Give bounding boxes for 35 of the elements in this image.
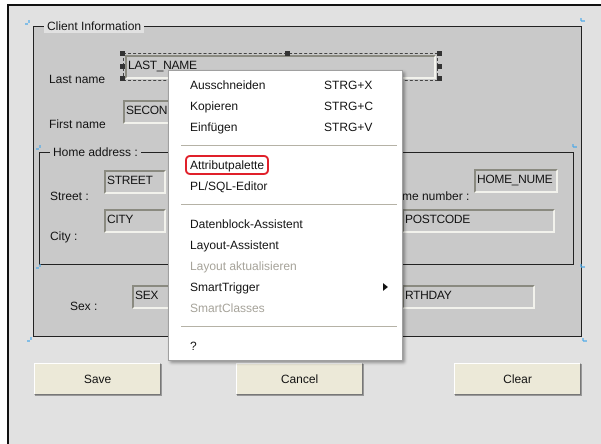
- menu-item[interactable]: Layout-Assistent: [185, 234, 284, 254]
- text-field[interactable]: STREET: [104, 170, 166, 194]
- selection-handle-icon[interactable]: [120, 64, 125, 69]
- menu-item[interactable]: Datenblock-Assistent: [185, 214, 308, 234]
- text-field[interactable]: RTHDAY: [402, 285, 535, 309]
- menu-shortcut: STRG+X: [324, 78, 372, 92]
- selection-handle-icon[interactable]: [437, 76, 442, 81]
- field-label: City :: [50, 229, 78, 243]
- menu-item[interactable]: Kopieren: [185, 96, 244, 116]
- frame-title: Home address :: [50, 145, 141, 159]
- field-label: Last name: [49, 72, 106, 86]
- field-label: Sex :: [70, 299, 98, 313]
- menu-item[interactable]: Einfügen: [185, 116, 242, 136]
- frame-title: Client Information: [44, 19, 144, 33]
- text-field[interactable]: CITY: [104, 209, 166, 233]
- form-button[interactable]: Clear: [454, 363, 581, 395]
- field-label: me number :: [402, 189, 470, 203]
- selection-handle-icon[interactable]: [285, 51, 290, 56]
- menu-shortcut: STRG+C: [324, 98, 374, 112]
- selection-handle-icon[interactable]: [437, 64, 442, 69]
- menu-item[interactable]: Attributpalette: [185, 154, 270, 174]
- menu-item[interactable]: ?: [185, 336, 202, 356]
- menu-item[interactable]: SmartTrigger: [185, 276, 265, 296]
- field-label: Street :: [50, 189, 89, 203]
- selection-handle-icon[interactable]: [120, 51, 125, 56]
- menu-shortcut: STRG+V: [324, 120, 372, 134]
- text-field[interactable]: POSTCODE: [402, 209, 555, 233]
- menu-item[interactable]: PL/SQL-Editor: [185, 176, 272, 196]
- text-field[interactable]: HOME_NUME: [474, 169, 558, 193]
- form-button[interactable]: Cancel: [236, 363, 363, 395]
- selection-handle-icon[interactable]: [437, 51, 442, 56]
- text-field[interactable]: SEX: [132, 285, 170, 309]
- form-button[interactable]: Save: [34, 363, 161, 395]
- selection-handle-icon[interactable]: [120, 76, 125, 81]
- field-label: First name: [49, 117, 106, 131]
